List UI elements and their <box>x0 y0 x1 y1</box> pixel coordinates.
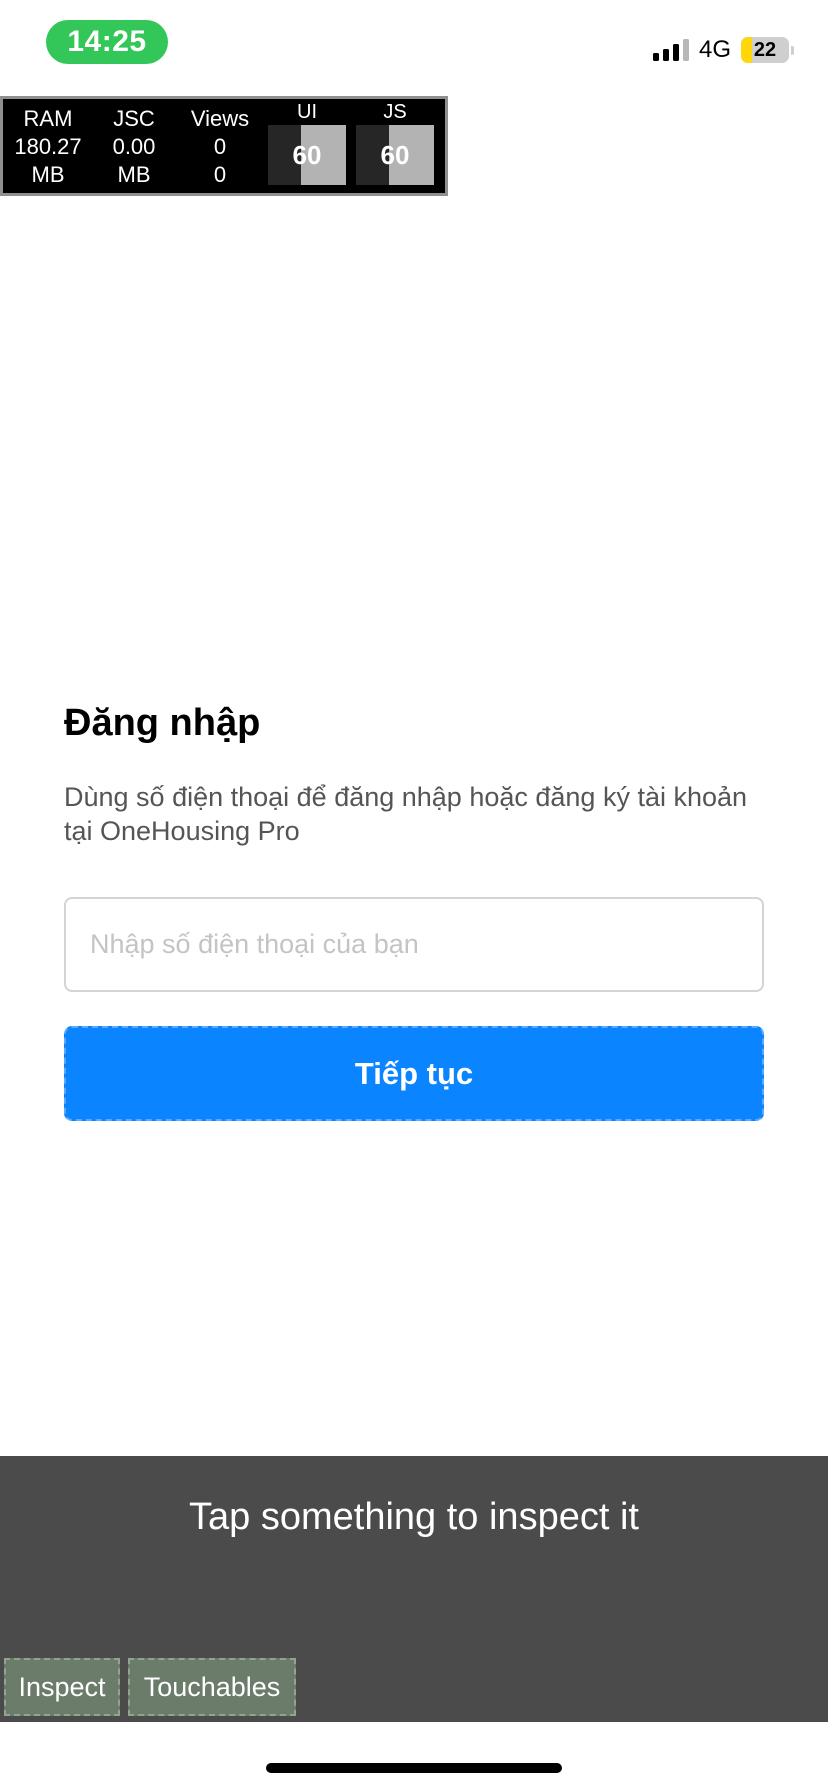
perf-jsc-unit: MB <box>117 162 151 187</box>
login-title: Đăng nhập <box>64 702 261 744</box>
perf-ui-fps: UI 60 <box>268 101 346 191</box>
login-description: Dùng số điện thoại để đăng nhập hoặc đăn… <box>64 782 748 846</box>
perf-js-fps: JS 60 <box>356 101 434 191</box>
perf-ram-label: RAM <box>23 106 73 131</box>
element-inspector-panel: Tap something to inspect it Inspect Touc… <box>0 1456 828 1722</box>
perf-ui-graph: 60 <box>268 125 346 185</box>
perf-ram: RAM 180.27 MB <box>3 105 93 189</box>
network-type: 4G <box>698 36 731 63</box>
perf-jsc-label: JSC <box>113 106 155 131</box>
perf-views-value: 0 <box>213 134 227 159</box>
status-time: 14:25 <box>46 20 168 64</box>
perf-ui-label: UI <box>297 101 317 123</box>
perf-ui-value: 60 <box>292 139 322 170</box>
inspector-hint: Tap something to inspect it <box>189 1496 639 1538</box>
touchables-button[interactable]: Touchables <box>128 1658 296 1716</box>
phone-number-input[interactable] <box>64 897 764 992</box>
perf-jsc: JSC 0.00 MB <box>89 105 179 189</box>
continue-button[interactable]: Tiếp tục <box>64 1026 764 1121</box>
home-indicator[interactable] <box>266 1763 562 1773</box>
perf-js-value: 60 <box>380 139 410 170</box>
perf-js-label: JS <box>383 101 407 123</box>
battery-level: 22 <box>753 38 777 61</box>
perf-views-label: Views <box>190 106 250 131</box>
perf-monitor[interactable]: RAM 180.27 MB JSC 0.00 MB Views 0 0 UI 6… <box>0 96 448 196</box>
perf-js-graph: 60 <box>356 125 434 185</box>
battery-icon: 22 <box>741 37 794 63</box>
perf-views: Views 0 0 <box>175 105 265 189</box>
app-screen: 14:25 4G 22 RAM 180.27 MB JSC 0.00 MB Vi… <box>0 0 828 1792</box>
inspect-button[interactable]: Inspect <box>4 1658 120 1716</box>
perf-jsc-value: 0.00 <box>112 134 156 159</box>
perf-views-secondary: 0 <box>213 162 227 187</box>
cellular-signal-icon <box>652 39 689 61</box>
status-indicators: 4G 22 <box>652 34 794 66</box>
perf-ram-value: 180.27 <box>14 134 82 159</box>
perf-ram-unit: MB <box>31 162 65 187</box>
